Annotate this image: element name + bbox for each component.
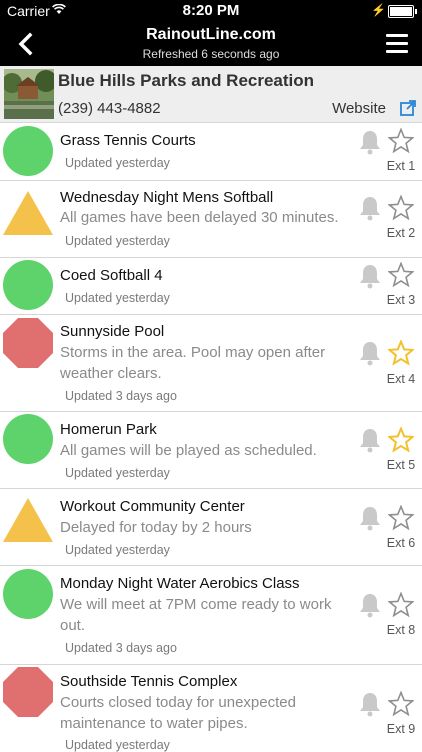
status-delayed-icon bbox=[3, 191, 53, 235]
facility-updated: Updated yesterday bbox=[65, 234, 170, 248]
facility-title: Monday Night Water Aerobics Class bbox=[60, 575, 300, 592]
app-title: RainoutLine.com bbox=[146, 26, 276, 43]
bell-icon[interactable] bbox=[358, 129, 382, 155]
star-icon[interactable] bbox=[388, 691, 414, 717]
organization-name: Blue Hills Parks and Recreation bbox=[58, 71, 315, 90]
facility-message: Storms in the area. Pool may open after … bbox=[60, 344, 326, 382]
star-icon[interactable] bbox=[388, 262, 414, 288]
facility-title: Coed Softball 4 bbox=[60, 267, 163, 284]
star-icon[interactable] bbox=[388, 505, 414, 531]
facility-message: All games have been delayed 30 minutes. bbox=[60, 209, 339, 226]
menu-icon[interactable] bbox=[386, 34, 408, 54]
facility-message: All games will be played as scheduled. bbox=[60, 442, 317, 459]
facility-title: Grass Tennis Courts bbox=[60, 132, 196, 149]
facility-message: We will meet at 7PM come ready to work o… bbox=[60, 596, 332, 634]
bell-icon[interactable] bbox=[358, 691, 382, 717]
star-icon[interactable] bbox=[388, 128, 414, 154]
bell-icon[interactable] bbox=[358, 340, 382, 366]
external-link-icon[interactable] bbox=[400, 100, 416, 116]
list-item[interactable]: Sunnyside Pool Storms in the area. Pool … bbox=[0, 315, 422, 412]
list-item[interactable]: Southside Tennis Complex Courts closed t… bbox=[0, 665, 422, 752]
extension-label: Ext 2 bbox=[386, 226, 416, 240]
facility-updated: Updated 3 days ago bbox=[65, 641, 177, 655]
status-closed-icon bbox=[3, 318, 53, 368]
star-favorite-icon[interactable] bbox=[388, 427, 414, 453]
star-icon[interactable] bbox=[388, 195, 414, 221]
bell-icon[interactable] bbox=[358, 427, 382, 453]
charging-icon: ⚡ bbox=[371, 3, 386, 17]
list-item[interactable]: Wednesday Night Mens Softball All games … bbox=[0, 181, 422, 258]
facility-title: Workout Community Center bbox=[60, 498, 245, 515]
organization-photo bbox=[4, 69, 54, 119]
list-item[interactable]: Workout Community Center Delayed for tod… bbox=[0, 489, 422, 566]
status-closed-icon bbox=[3, 667, 53, 717]
facility-updated: Updated yesterday bbox=[65, 291, 170, 305]
organization-header: Blue Hills Parks and Recreation (239) 44… bbox=[0, 66, 422, 123]
bell-icon[interactable] bbox=[358, 592, 382, 618]
extension-label: Ext 3 bbox=[386, 293, 416, 307]
battery-icon bbox=[388, 5, 417, 18]
bell-icon[interactable] bbox=[358, 263, 382, 289]
list-item[interactable]: Grass Tennis Courts Updated yesterday Ex… bbox=[0, 123, 422, 181]
status-open-icon bbox=[3, 260, 53, 310]
status-bar: Carrier 8:20 PM ⚡ bbox=[0, 0, 422, 22]
extension-label: Ext 5 bbox=[386, 458, 416, 472]
facility-message: Delayed for today by 2 hours bbox=[60, 519, 252, 536]
star-favorite-icon[interactable] bbox=[388, 340, 414, 366]
website-link[interactable]: Website bbox=[332, 100, 386, 117]
status-open-icon bbox=[3, 126, 53, 176]
extension-label: Ext 6 bbox=[386, 536, 416, 550]
list-item[interactable]: Coed Softball 4 Updated yesterday Ext 3 bbox=[0, 258, 422, 315]
extension-label: Ext 8 bbox=[386, 623, 416, 637]
facility-message: Courts closed today for unexpected maint… bbox=[60, 694, 296, 732]
extension-label: Ext 4 bbox=[386, 372, 416, 386]
nav-bar: RainoutLine.com Refreshed 6 seconds ago bbox=[0, 22, 422, 66]
extension-label: Ext 9 bbox=[386, 722, 416, 736]
facility-title: Southside Tennis Complex bbox=[60, 673, 238, 690]
facility-updated: Updated yesterday bbox=[65, 543, 170, 557]
facility-title: Sunnyside Pool bbox=[60, 323, 165, 340]
list-item[interactable]: Monday Night Water Aerobics Class We wil… bbox=[0, 566, 422, 665]
facility-updated: Updated yesterday bbox=[65, 466, 170, 480]
facility-updated: Updated yesterday bbox=[65, 156, 170, 170]
star-icon[interactable] bbox=[388, 592, 414, 618]
facility-updated: Updated 3 days ago bbox=[65, 389, 177, 403]
extension-label: Ext 1 bbox=[386, 159, 416, 173]
status-open-icon bbox=[3, 569, 53, 619]
refresh-status: Refreshed 6 seconds ago bbox=[142, 47, 280, 61]
facility-title: Wednesday Night Mens Softball bbox=[60, 189, 274, 206]
bell-icon[interactable] bbox=[358, 505, 382, 531]
organization-phone[interactable]: (239) 443-4882 bbox=[58, 100, 161, 117]
list-item[interactable]: Homerun Park All games will be played as… bbox=[0, 412, 422, 489]
status-delayed-icon bbox=[3, 498, 53, 542]
facility-title: Homerun Park bbox=[60, 421, 157, 438]
clock: 8:20 PM bbox=[182, 2, 240, 19]
bell-icon[interactable] bbox=[358, 195, 382, 221]
status-open-icon bbox=[3, 414, 53, 464]
